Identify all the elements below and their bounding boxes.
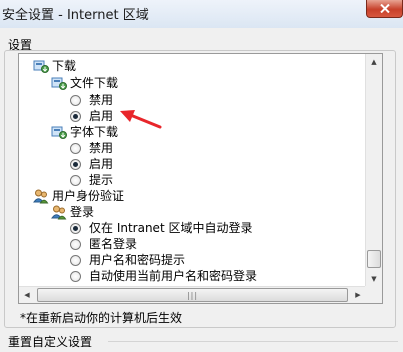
radio-label: 禁用 [89,93,114,107]
vertical-scroll-thumb[interactable] [367,250,381,268]
radio-font-download-disable[interactable]: 禁用 [70,140,113,156]
radio-label: 启用 [89,157,114,171]
radio-label: 自动使用当前用户名和密码登录 [89,269,258,283]
radio-label: 匿名登录 [89,237,138,251]
restart-note: *在重新启动你的计算机后生效 [20,311,183,325]
tree-item-download[interactable]: 下载 [33,58,76,74]
tree-item-label: 用户身份验证 [52,189,125,203]
radio-file-download-enable[interactable]: 启用 [70,108,113,124]
tree-item-label: 下载 [52,59,77,73]
radio-button[interactable] [70,94,81,106]
triangle-down-icon: ▼ [371,275,377,283]
radio-label: 仅在 Intranet 区域中自动登录 [89,221,253,235]
tree-item-label: 文件下载 [70,76,119,90]
horizontal-scrollbar[interactable]: ◀ ||| ▶ [19,286,366,303]
triangle-up-icon: ▲ [371,58,377,66]
tree-item-logon[interactable]: 登录 [51,204,94,220]
scroll-up-button[interactable]: ▲ [366,54,382,70]
annotation-arrow-icon [120,110,162,129]
logon-users-icon [51,205,67,220]
grip-icon: ||| [186,290,199,300]
radio-button-checked[interactable] [70,158,81,170]
radio-prompt-credentials[interactable]: 用户名和密码提示 [70,252,185,268]
settings-folder-icon [51,77,67,90]
window-title: 安全设置 - Internet 区域 [2,8,149,23]
tree-item-label: 登录 [70,205,95,219]
scrollbar-corner [365,286,382,303]
close-button[interactable] [366,0,403,18]
horizontal-scroll-thumb[interactable]: ||| [37,288,348,302]
radio-file-download-disable[interactable]: 禁用 [70,92,113,108]
scroll-left-button[interactable]: ◀ [19,287,35,303]
radio-intranet-auto-logon[interactable]: 仅在 Intranet 区域中自动登录 [70,220,252,236]
scroll-down-button[interactable]: ▼ [366,271,382,287]
radio-label: 启用 [89,109,114,123]
tree-item-font-download[interactable]: 字体下载 [51,124,118,140]
radio-button[interactable] [70,270,81,282]
radio-font-download-enable[interactable]: 启用 [70,156,113,172]
radio-button[interactable] [70,254,81,266]
tree-item-label: 字体下载 [70,125,119,139]
user-authentication-icon [33,189,49,204]
radio-auto-logon-current-user[interactable]: 自动使用当前用户名和密码登录 [70,268,257,284]
radio-button-checked[interactable] [70,110,81,122]
radio-font-download-prompt[interactable]: 提示 [70,172,113,188]
reset-custom-settings-label: 重置自定义设置 [8,335,93,349]
reset-section-divider [108,341,398,342]
vertical-scrollbar[interactable]: ▲ ▼ [365,54,382,287]
triangle-left-icon: ◀ [24,291,30,299]
radio-anonymous-logon[interactable]: 匿名登录 [70,236,137,252]
settings-tree[interactable]: 下载 文件下载 禁用 启用 字体下载 禁用 启用 提示 用户身份验证 登录 仅在… [18,53,383,304]
scroll-right-button[interactable]: ▶ [350,287,366,303]
settings-folder-icon [33,60,49,73]
radio-button[interactable] [70,238,81,250]
radio-button-checked[interactable] [70,222,81,234]
radio-label: 用户名和密码提示 [89,253,186,267]
radio-label: 禁用 [89,141,114,155]
close-icon [380,4,390,13]
radio-button[interactable] [70,174,81,186]
title-bar: 安全设置 - Internet 区域 [0,0,403,28]
triangle-right-icon: ▶ [355,291,361,299]
radio-button[interactable] [70,142,81,154]
radio-label: 提示 [89,173,114,187]
settings-folder-icon [51,126,67,139]
tree-item-file-download[interactable]: 文件下载 [51,75,118,91]
tree-item-user-authentication[interactable]: 用户身份验证 [33,188,124,204]
